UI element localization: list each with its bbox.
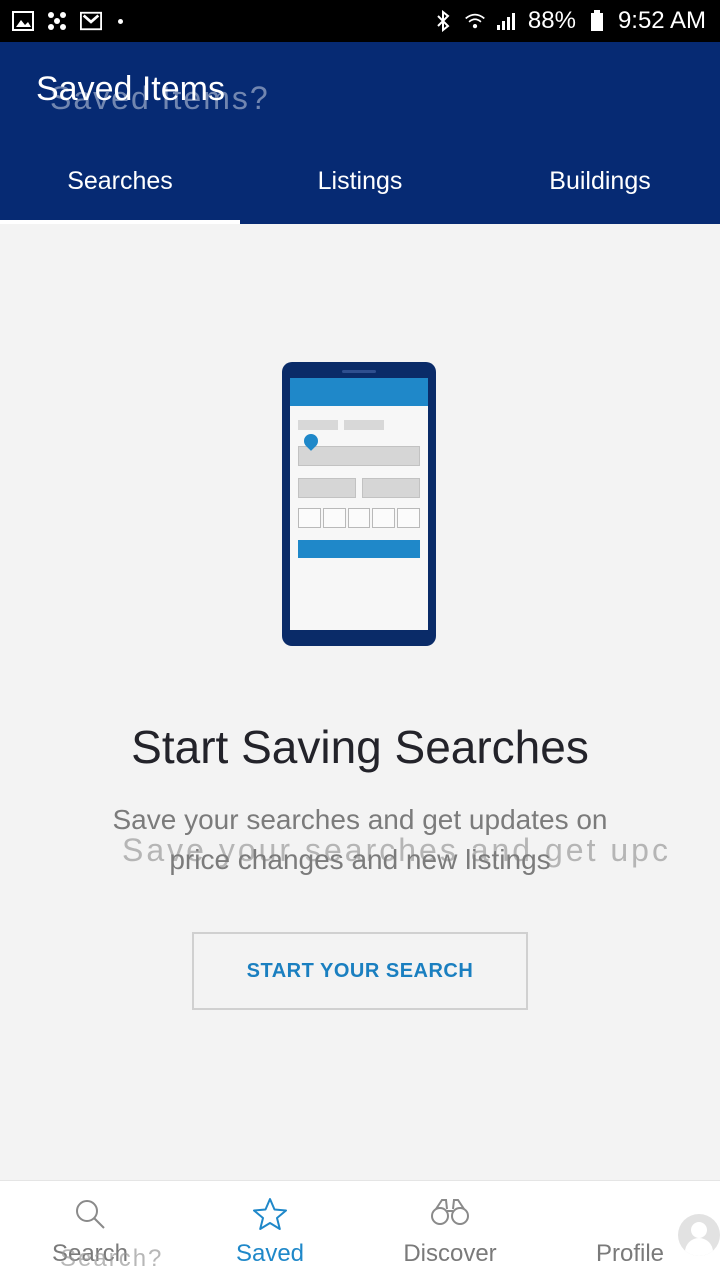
empty-state-headline: Start Saving Searches [131,721,589,773]
gmail-icon [80,10,102,32]
signal-icon [496,10,518,32]
tab-bar: Searches Listings Buildings [0,138,720,224]
nav-label-discover: Discover [403,1240,497,1267]
screen-option-cell [397,508,420,528]
tab-listings[interactable]: Listings [240,138,480,224]
screen-header-bar [290,378,428,406]
screen-option-grid [298,508,420,528]
dot-icon [118,18,123,24]
start-your-search-button[interactable]: START YOUR SEARCH [192,932,528,1010]
wifi-icon [464,10,486,32]
page-title: Saved Items [36,70,225,108]
screen-tab-placeholder [298,420,338,430]
status-time: 9:52 AM [617,7,706,34]
status-left-icons [12,10,123,32]
tab-searches[interactable]: Searches [0,138,240,224]
status-bar: 88% 9:52 AM [0,0,720,42]
screen-option-cell [298,508,321,528]
nav-label-profile: Profile [595,1240,665,1267]
nav-item-saved[interactable]: Saved [180,1181,360,1280]
image-icon [12,10,34,32]
bluetooth-icon [432,10,454,32]
phone-speaker [342,370,376,373]
title-wrap: Saved Items Saved Items? [36,70,268,116]
screen-tab-placeholder [344,420,384,430]
screen-button [298,540,420,558]
screen-option-cell [372,508,396,528]
star-icon [252,1197,288,1236]
search-icon [73,1197,107,1236]
avatar-icon [678,1214,720,1256]
screen-field-right [362,478,420,498]
empty-state-subtext: Save your searches and get updates on pr… [112,804,608,875]
binoculars-icon [430,1197,470,1232]
nav-label-saved: Saved [235,1240,305,1267]
nav-ghost-overlay: Search? [60,1245,164,1272]
fan-icon [46,10,68,32]
screen-search-field [298,446,420,466]
tab-buildings[interactable]: Buildings [480,138,720,224]
phone-screen [290,378,428,630]
nav-item-profile[interactable]: Profile [540,1181,720,1280]
battery-icon [586,10,608,32]
screen-option-cell [347,508,371,528]
phone-illustration [282,362,436,646]
status-right: 88% 9:52 AM [432,7,706,35]
screen-option-cell [322,508,346,528]
app-header: Saved Items Saved Items? Searches Listin… [0,42,720,224]
screen-field-left [298,478,356,498]
battery-percent: 88% [527,7,576,34]
empty-state-subtext-wrap: Save your searches and get updates on pr… [100,800,620,880]
nav-item-discover[interactable]: Discover [360,1181,540,1280]
